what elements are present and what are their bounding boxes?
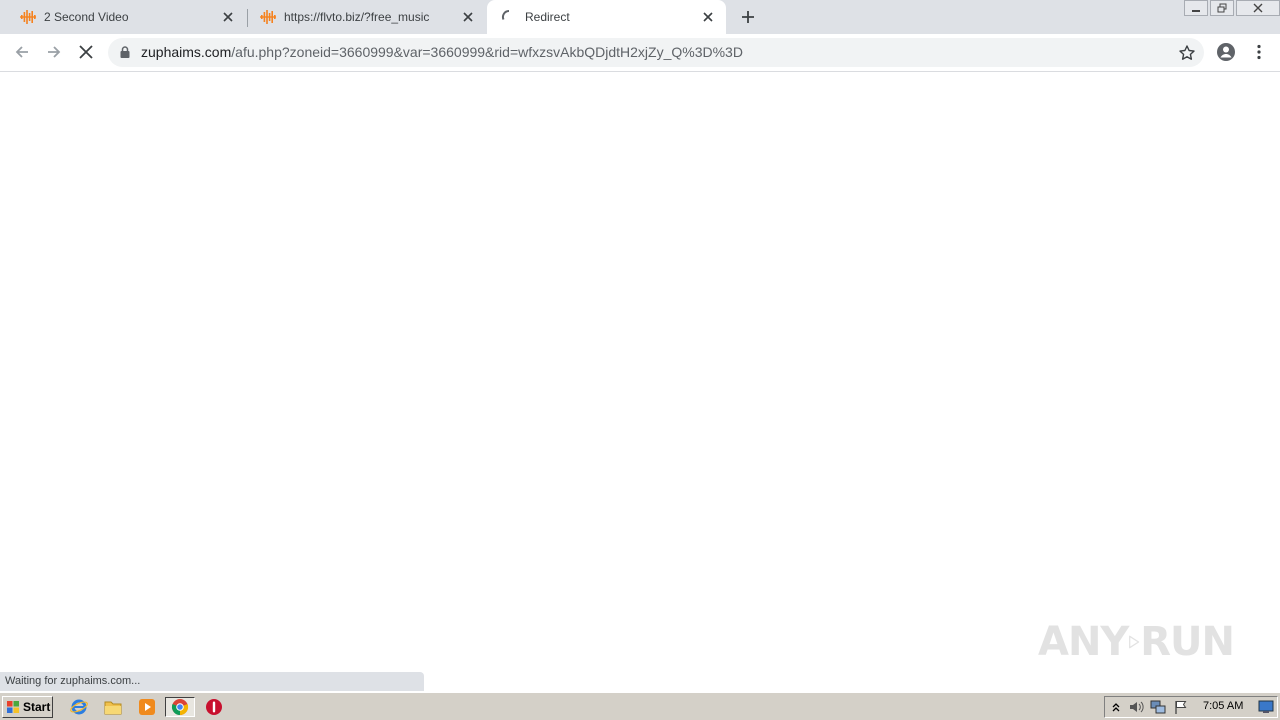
- chrome-icon: [171, 699, 189, 716]
- arrow-right-icon: [48, 46, 61, 58]
- minimize-button[interactable]: [1184, 0, 1208, 16]
- profile-button[interactable]: [1214, 40, 1238, 64]
- network-icon: [1150, 700, 1166, 714]
- anyrun-watermark: ANY RUN: [1038, 610, 1235, 674]
- stop-x-icon: [79, 45, 93, 59]
- taskbar-clock[interactable]: 7:05 AM: [1203, 700, 1243, 712]
- restore-button[interactable]: [1210, 0, 1234, 16]
- loading-spinner-icon: [501, 9, 517, 25]
- internet-explorer-launcher[interactable]: [68, 697, 90, 717]
- soundwave-icon: [20, 9, 36, 25]
- tab-flvto[interactable]: https://flvto.biz/?free_music: [248, 0, 486, 34]
- desktop-icon: [1258, 700, 1274, 713]
- file-explorer-launcher[interactable]: [102, 697, 124, 717]
- arrow-left-icon: [15, 46, 28, 58]
- volume-tray-icon[interactable]: [1128, 699, 1144, 715]
- show-hidden-icons-button[interactable]: [1108, 699, 1124, 715]
- close-tab-icon[interactable]: [700, 9, 716, 25]
- flag-icon: [1175, 701, 1187, 714]
- back-button[interactable]: [10, 40, 34, 64]
- red-shield-icon: [206, 699, 222, 715]
- chrome-taskbar-button[interactable]: [165, 697, 195, 717]
- watermark-text-right: RUN: [1140, 619, 1235, 665]
- tab-2-second-video[interactable]: 2 Second Video: [0, 0, 246, 34]
- url-text[interactable]: zuphaims.com/afu.php?zoneid=3660999&var=…: [141, 44, 743, 60]
- close-window-button[interactable]: [1236, 0, 1280, 16]
- address-bar[interactable]: zuphaims.com/afu.php?zoneid=3660999&var=…: [108, 38, 1204, 67]
- close-tab-icon[interactable]: [460, 9, 476, 25]
- url-path: /afu.php?zoneid=3660999&var=3660999&rid=…: [231, 44, 743, 60]
- tab-strip: 2 Second Video https://flvto.biz/?free_m…: [0, 0, 1280, 34]
- tab-title: 2 Second Video: [44, 10, 129, 24]
- window-controls: [1182, 0, 1280, 18]
- lock-icon: [120, 46, 130, 58]
- more-vert-icon: [1257, 44, 1261, 60]
- tab-title: https://flvto.biz/?free_music: [284, 10, 430, 24]
- new-tab-button[interactable]: [738, 7, 758, 27]
- tab-title: Redirect: [525, 10, 570, 24]
- chevron-up-icon: [1112, 703, 1120, 712]
- forward-button[interactable]: [42, 40, 66, 64]
- play-logo-icon: [1129, 635, 1140, 649]
- menu-button[interactable]: [1247, 40, 1271, 64]
- start-button[interactable]: Start: [2, 696, 53, 718]
- action-center-tray-icon[interactable]: [1173, 699, 1189, 715]
- page-content: ANY RUN Waiting for zuphaims.com...: [0, 72, 1280, 691]
- internet-explorer-icon: [70, 699, 88, 715]
- windows-taskbar: Start 7:05 AM: [0, 692, 1280, 720]
- account-circle-icon: [1217, 43, 1235, 61]
- network-tray-icon[interactable]: [1150, 699, 1166, 715]
- media-player-icon: [139, 699, 155, 715]
- show-desktop-button[interactable]: [1258, 699, 1274, 715]
- close-tab-icon[interactable]: [220, 9, 236, 25]
- folder-icon: [104, 701, 122, 715]
- url-host: zuphaims.com: [141, 44, 232, 60]
- start-label: Start: [23, 700, 51, 714]
- security-app-launcher[interactable]: [203, 697, 225, 717]
- bookmark-star-icon[interactable]: [1178, 44, 1196, 62]
- tab-redirect[interactable]: Redirect: [487, 0, 726, 34]
- windows-logo-icon: [7, 701, 19, 713]
- media-player-launcher[interactable]: [136, 697, 158, 717]
- speaker-icon: [1130, 701, 1144, 713]
- watermark-text-left: ANY: [1038, 619, 1129, 665]
- system-tray: 7:05 AM: [1104, 696, 1278, 718]
- soundwave-icon: [260, 9, 276, 25]
- stop-loading-button[interactable]: [74, 40, 98, 64]
- browser-toolbar: zuphaims.com/afu.php?zoneid=3660999&var=…: [0, 34, 1280, 72]
- status-bubble: Waiting for zuphaims.com...: [0, 672, 424, 691]
